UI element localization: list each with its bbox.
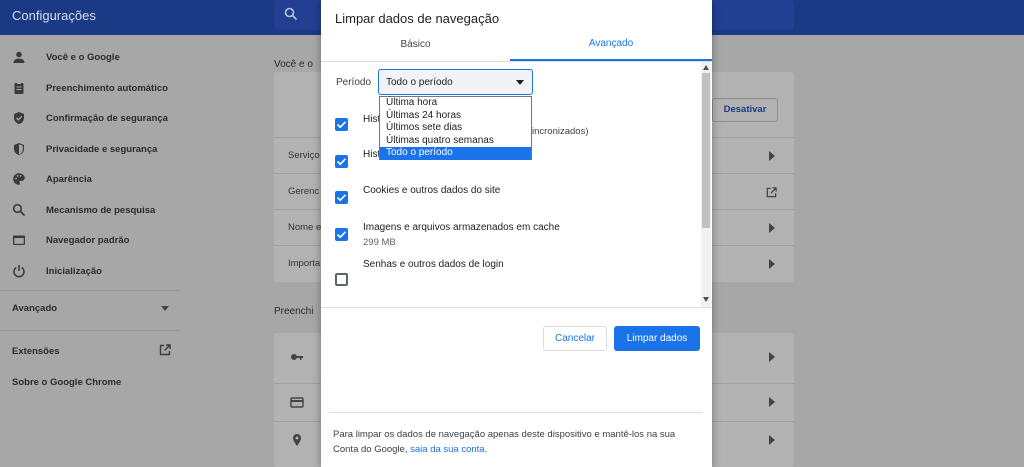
- sidebar-item-privacy[interactable]: Privacidade e segurança: [0, 134, 180, 164]
- chevron-right-icon: [769, 151, 775, 161]
- row-label: Importa: [288, 258, 321, 269]
- chevron-right-icon: [769, 397, 775, 407]
- period-label: Período: [336, 77, 372, 88]
- period-select[interactable]: Todo o período: [378, 69, 533, 95]
- period-option-selected[interactable]: Todo o período: [380, 147, 531, 160]
- divider: [329, 412, 702, 413]
- search-icon: [12, 203, 26, 217]
- sidebar-item-safety-check[interactable]: Confirmação de segurança: [0, 103, 180, 133]
- cancel-button[interactable]: Cancelar: [543, 326, 607, 351]
- chevron-right-icon: [769, 259, 775, 269]
- open-external-icon: [766, 187, 777, 198]
- tab-basic[interactable]: Básico: [321, 38, 510, 62]
- sidebar-item-label: Navegador padrão: [46, 234, 130, 246]
- sidebar-item-label: Você e o Google: [46, 51, 120, 63]
- sidebar-item-label: Privacidade e segurança: [46, 143, 158, 155]
- chevron-down-icon[interactable]: [161, 306, 169, 311]
- history-checkbox[interactable]: [335, 118, 348, 131]
- credit-card-icon: [290, 397, 304, 408]
- scroll-up-icon[interactable]: [703, 65, 709, 70]
- open-external-icon[interactable]: [159, 344, 171, 356]
- palette-icon: [13, 173, 25, 185]
- sidebar-item-search-engine[interactable]: Mecanismo de pesquisa: [0, 195, 180, 225]
- option-title: Imagens e arquivos armazenados em cache: [363, 222, 560, 233]
- sidebar-about-chrome[interactable]: Sobre o Google Chrome: [12, 377, 121, 388]
- shield-icon: [14, 143, 24, 155]
- tab-advanced-label: Avançado: [588, 38, 634, 49]
- scrollbar-thumb[interactable]: [702, 73, 710, 228]
- checkmark-icon: [336, 158, 347, 166]
- dropdown-arrow-icon: [516, 80, 524, 85]
- sidebar-item-default-browser[interactable]: Navegador padrão: [0, 225, 180, 255]
- checkmark-icon: [336, 121, 347, 129]
- period-option[interactable]: Última hora: [380, 97, 531, 110]
- period-option[interactable]: Últimos sete dias: [380, 122, 531, 135]
- period-option[interactable]: Últimas quatro semanas: [380, 135, 531, 148]
- shield-check-icon: [14, 112, 24, 124]
- browser-icon: [13, 235, 25, 245]
- sign-out-link[interactable]: saia da sua conta: [410, 444, 484, 455]
- divider: [0, 290, 180, 291]
- section-title-autofill: Preenchi: [274, 306, 314, 317]
- search-icon: [284, 7, 298, 21]
- checkmark-icon: [336, 231, 347, 239]
- option-title: Hist: [363, 149, 381, 160]
- power-icon: [13, 265, 25, 278]
- cache-checkbox[interactable]: [335, 228, 348, 241]
- sidebar: Você e o Google Preenchimento automático…: [0, 35, 180, 467]
- tab-basic-label: Básico: [400, 39, 431, 50]
- row-label: Serviço: [288, 150, 320, 161]
- section-title-you: Você e o: [274, 59, 313, 70]
- location-pin-icon: [293, 434, 301, 446]
- period-dropdown-list[interactable]: Última hora Últimas 24 horas Últimos set…: [379, 96, 532, 160]
- chevron-right-icon: [769, 435, 775, 445]
- sidebar-item-label: Inicialização: [46, 265, 102, 277]
- person-icon: [13, 51, 25, 63]
- footer-period: .: [484, 444, 488, 455]
- option-subtitle: incronizados): [532, 126, 589, 137]
- app-title: Configurações: [12, 8, 96, 23]
- clear-browsing-data-dialog: Limpar dados de navegação Básico Avançad…: [321, 0, 712, 467]
- option-title: Senhas e outros dados de login: [363, 259, 504, 270]
- sidebar-item-appearance[interactable]: Aparência: [0, 164, 180, 194]
- sidebar-item-on-startup[interactable]: Inicialização: [0, 256, 180, 286]
- passwords-checkbox[interactable]: [335, 273, 348, 286]
- sidebar-item-autofill[interactable]: Preenchimento automático: [0, 73, 180, 103]
- footer-note: Para limpar os dados de navegação apenas…: [333, 427, 703, 457]
- sidebar-advanced[interactable]: Avançado: [12, 303, 57, 314]
- sidebar-extensions[interactable]: Extensões: [12, 346, 60, 357]
- option-subtitle: 299 MB: [363, 237, 396, 248]
- clipboard-icon: [14, 82, 24, 94]
- period-select-value: Todo o período: [386, 77, 453, 88]
- scroll-down-icon[interactable]: [703, 297, 709, 302]
- row-label: Nome e: [288, 222, 322, 233]
- chevron-right-icon: [769, 352, 775, 362]
- divider: [0, 330, 180, 331]
- period-option[interactable]: Últimas 24 horas: [380, 110, 531, 123]
- checkmark-icon: [336, 194, 347, 202]
- divider: [321, 307, 712, 308]
- clear-data-button[interactable]: Limpar dados: [614, 326, 700, 351]
- footer-text: Para limpar os dados de navegação apenas…: [333, 429, 676, 455]
- sidebar-item-label: Confirmação de segurança: [46, 112, 168, 124]
- chevron-right-icon: [769, 223, 775, 233]
- key-icon: [291, 354, 303, 360]
- sidebar-item-you-and-google[interactable]: Você e o Google: [0, 42, 180, 72]
- blank-area: [328, 361, 644, 407]
- row-label: Gerenc: [288, 186, 320, 197]
- sidebar-item-label: Aparência: [46, 173, 92, 185]
- download-history-checkbox[interactable]: [335, 155, 348, 168]
- option-title: Hist: [363, 114, 381, 125]
- dialog-title: Limpar dados de navegação: [335, 11, 500, 26]
- deactivate-button[interactable]: Desativar: [712, 98, 778, 122]
- cookies-checkbox[interactable]: [335, 191, 348, 204]
- option-title: Cookies e outros dados do site: [363, 185, 501, 196]
- sidebar-item-label: Mecanismo de pesquisa: [46, 204, 156, 216]
- sidebar-item-label: Preenchimento automático: [46, 82, 168, 94]
